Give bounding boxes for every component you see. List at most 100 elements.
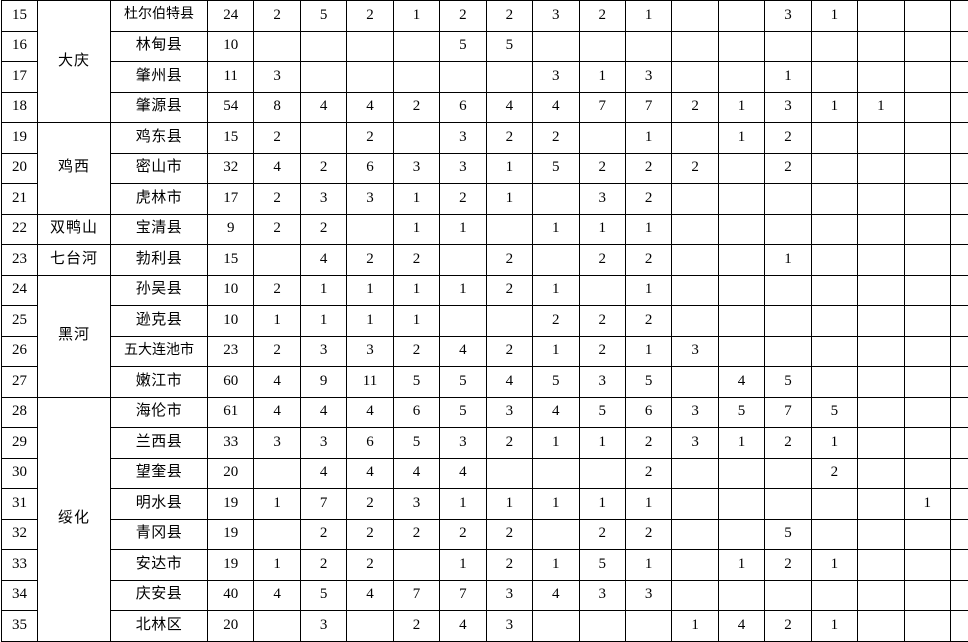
- data-value-cell: 4: [718, 611, 764, 642]
- data-value-cell: [858, 611, 904, 642]
- county-name-cell: 密山市: [111, 153, 208, 184]
- data-value-cell: 5: [300, 1, 346, 32]
- data-value-cell: 6: [347, 153, 393, 184]
- data-value-cell: [718, 245, 764, 276]
- data-value-cell: [811, 275, 857, 306]
- total-value-cell: 20: [208, 458, 254, 489]
- row-index-cell: 26: [2, 336, 38, 367]
- data-value-cell: 2: [254, 275, 300, 306]
- data-value-cell: [718, 275, 764, 306]
- data-value-cell: [533, 31, 579, 62]
- data-value-cell: [858, 214, 904, 245]
- data-value-cell: [951, 62, 968, 93]
- data-value-cell: [347, 62, 393, 93]
- data-value-cell: 1: [254, 306, 300, 337]
- data-value-cell: 5: [300, 580, 346, 611]
- data-value-cell: 1: [672, 611, 718, 642]
- data-value-cell: [951, 1, 968, 32]
- data-value-cell: [300, 31, 346, 62]
- data-value-cell: [672, 580, 718, 611]
- data-value-cell: [904, 428, 950, 459]
- region-cell: 大庆: [38, 1, 111, 123]
- data-value-cell: 5: [579, 397, 625, 428]
- data-value-cell: [625, 31, 671, 62]
- data-value-cell: 1: [486, 153, 532, 184]
- data-value-cell: [951, 580, 968, 611]
- data-value-cell: 4: [347, 458, 393, 489]
- data-value-cell: 4: [486, 367, 532, 398]
- data-value-cell: 4: [300, 397, 346, 428]
- data-value-cell: [765, 458, 811, 489]
- data-value-cell: 1: [393, 275, 439, 306]
- data-value-cell: 2: [347, 123, 393, 154]
- data-value-cell: 1: [300, 306, 346, 337]
- total-value-cell: 11: [208, 62, 254, 93]
- data-value-cell: 1: [440, 275, 486, 306]
- table-row: 19鸡西鸡东县1522322112: [2, 123, 968, 154]
- data-value-cell: 3: [254, 62, 300, 93]
- data-value-cell: [672, 184, 718, 215]
- data-value-cell: 2: [765, 428, 811, 459]
- data-value-cell: [672, 489, 718, 520]
- data-value-cell: [951, 519, 968, 550]
- data-value-cell: 3: [347, 336, 393, 367]
- data-value-cell: 3: [440, 153, 486, 184]
- data-value-cell: [904, 336, 950, 367]
- total-value-cell: 10: [208, 306, 254, 337]
- data-value-cell: 2: [440, 519, 486, 550]
- county-name-cell: 杜尔伯特县: [111, 1, 208, 32]
- region-cell: 黑河: [38, 275, 111, 397]
- county-name-cell: 嫩江市: [111, 367, 208, 398]
- data-value-cell: [904, 92, 950, 123]
- data-value-cell: 2: [579, 306, 625, 337]
- data-value-cell: [672, 123, 718, 154]
- region-cell: 鸡西: [38, 123, 111, 215]
- total-value-cell: 9: [208, 214, 254, 245]
- data-value-cell: [951, 428, 968, 459]
- data-value-cell: [579, 123, 625, 154]
- data-value-cell: 1: [811, 550, 857, 581]
- data-value-cell: [951, 214, 968, 245]
- total-value-cell: 19: [208, 519, 254, 550]
- data-value-cell: 6: [347, 428, 393, 459]
- data-value-cell: [300, 62, 346, 93]
- data-value-cell: [858, 245, 904, 276]
- county-name-cell: 肇源县: [111, 92, 208, 123]
- data-value-cell: 2: [254, 184, 300, 215]
- county-name-cell: 虎林市: [111, 184, 208, 215]
- county-name-cell: 明水县: [111, 489, 208, 520]
- data-value-cell: [765, 580, 811, 611]
- data-value-cell: 3: [486, 580, 532, 611]
- table-row: 18肇源县5484426447721311: [2, 92, 968, 123]
- data-value-cell: [254, 245, 300, 276]
- data-value-cell: [579, 31, 625, 62]
- data-value-cell: [486, 214, 532, 245]
- table-row: 32青冈县1922222225: [2, 519, 968, 550]
- county-name-cell: 鸡东县: [111, 123, 208, 154]
- data-value-cell: 5: [533, 153, 579, 184]
- region-cell: 七台河: [38, 245, 111, 276]
- data-value-cell: 2: [393, 519, 439, 550]
- data-value-cell: [672, 550, 718, 581]
- county-name-cell: 望奎县: [111, 458, 208, 489]
- data-value-cell: [486, 458, 532, 489]
- row-index-cell: 16: [2, 31, 38, 62]
- data-value-cell: [858, 336, 904, 367]
- data-value-cell: [951, 184, 968, 215]
- data-value-cell: [811, 519, 857, 550]
- county-name-cell: 勃利县: [111, 245, 208, 276]
- data-value-cell: 1: [533, 550, 579, 581]
- data-value-cell: 1: [440, 489, 486, 520]
- data-value-cell: [811, 123, 857, 154]
- data-value-cell: [951, 550, 968, 581]
- table-row: 23七台河勃利县154222221: [2, 245, 968, 276]
- county-name-cell: 青冈县: [111, 519, 208, 550]
- data-value-cell: [718, 580, 764, 611]
- data-value-cell: 5: [393, 428, 439, 459]
- data-value-cell: 1: [904, 489, 950, 520]
- data-value-cell: 2: [254, 214, 300, 245]
- data-value-cell: [858, 275, 904, 306]
- total-value-cell: 24: [208, 1, 254, 32]
- data-value-cell: 7: [625, 92, 671, 123]
- data-value-cell: [486, 62, 532, 93]
